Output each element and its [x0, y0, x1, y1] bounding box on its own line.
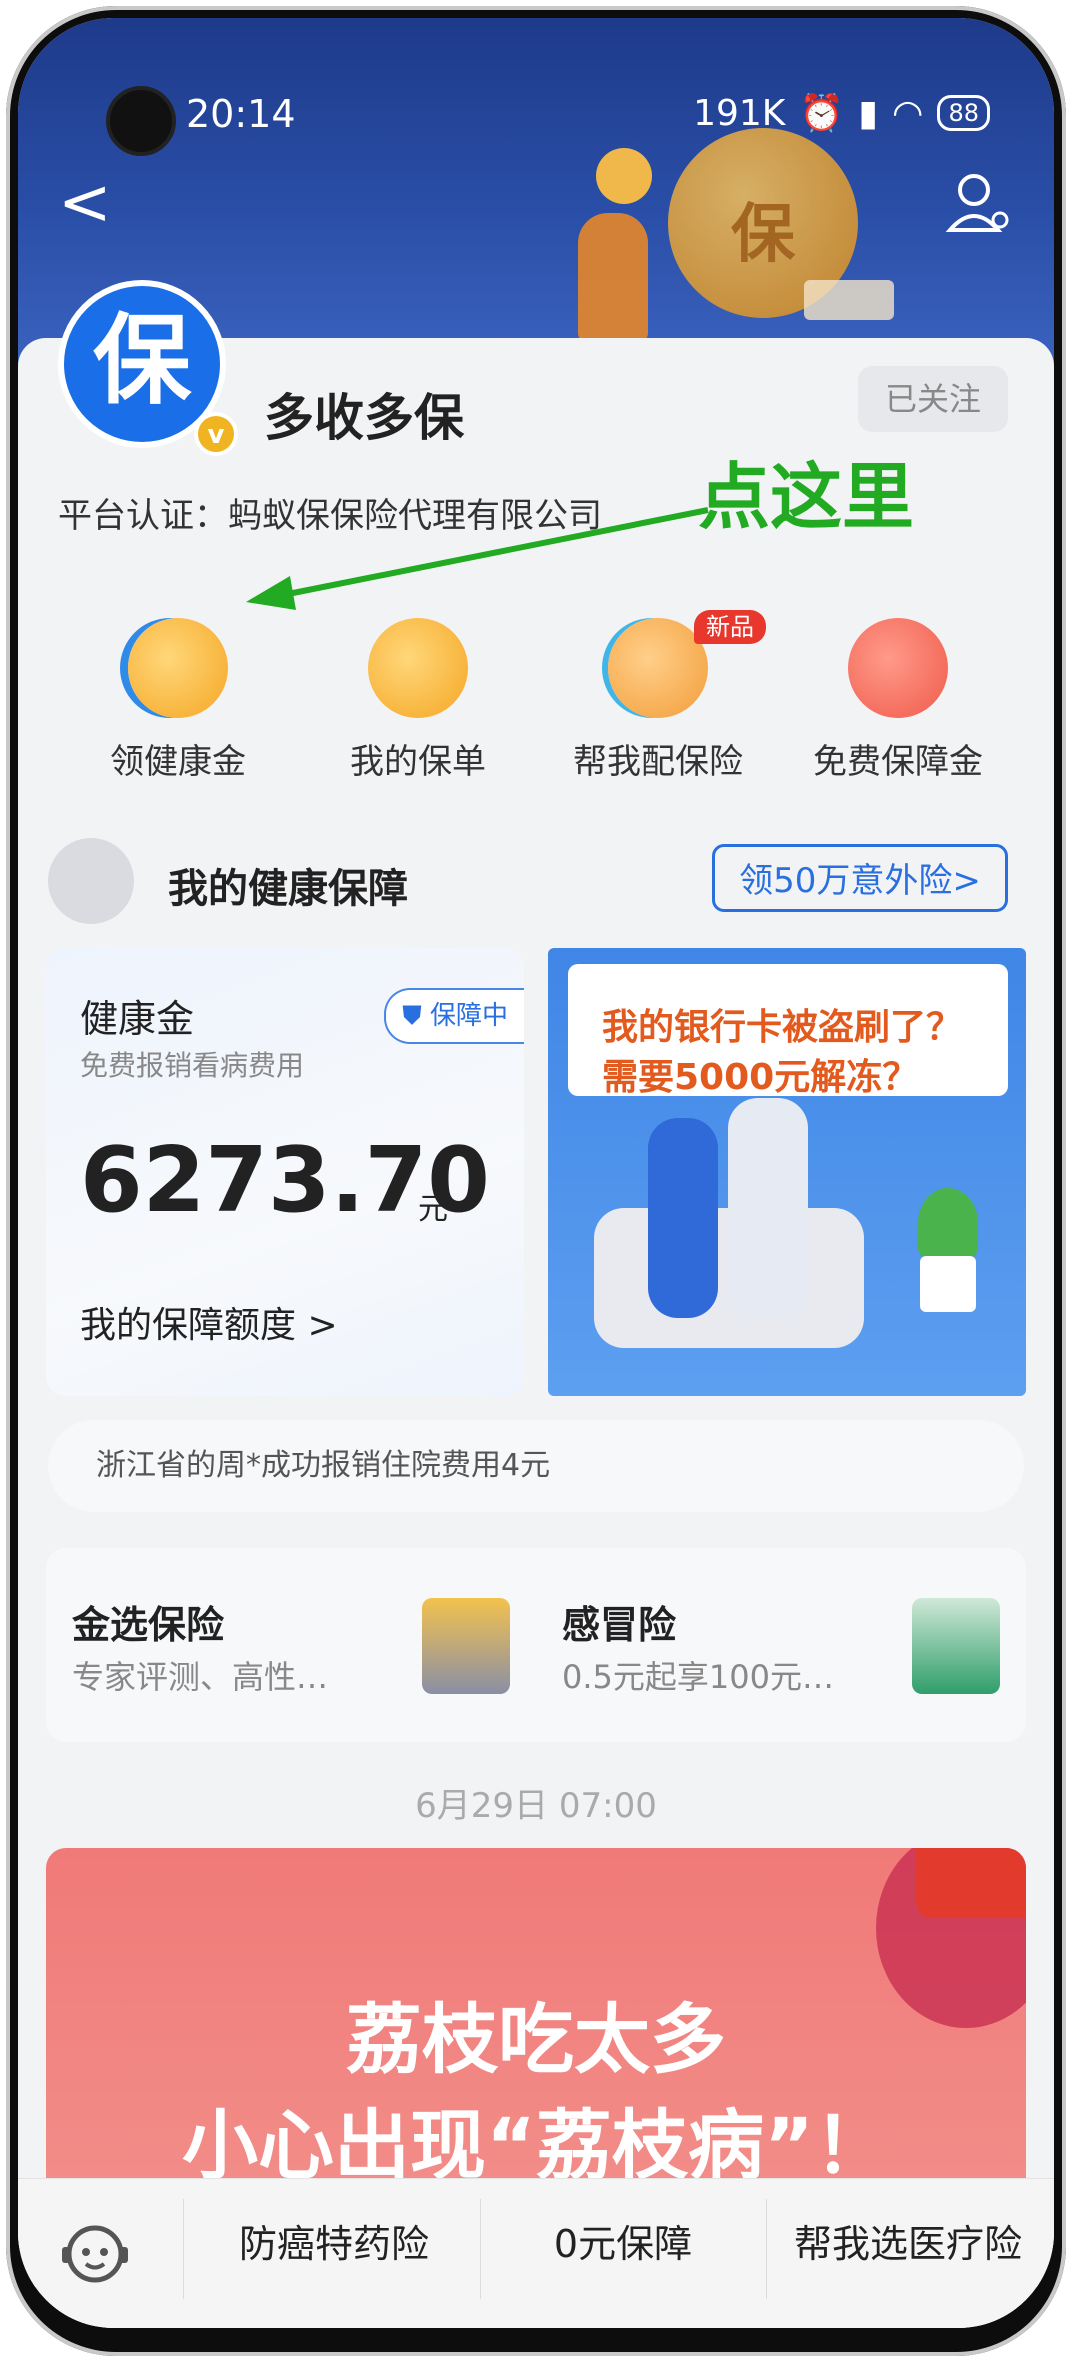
health-fund-title: 健康金	[80, 997, 195, 1041]
bottom-item-cancer-drug[interactable]: 防癌特药险	[188, 2179, 480, 2328]
net-speed: 191K	[693, 92, 786, 134]
bottom-item-zero-cost[interactable]: 0元保障	[482, 2179, 764, 2328]
coverage-status-badge: ⛊ 保障中	[384, 988, 524, 1044]
claims-ticker: 浙江省的周*成功报销住院费用4元	[48, 1420, 1024, 1512]
policy-document-icon	[368, 618, 468, 718]
heart-coin-icon	[128, 618, 228, 718]
shield-icon: ⛊	[402, 1001, 422, 1031]
shortcut-label: 免费保障金	[813, 742, 983, 782]
app-screen: 保 20:14 191K ⏰ ▮ ◠ 88 < 保 v 多收多保 已关注 平台认…	[18, 18, 1054, 2328]
robot-assistant-icon[interactable]	[60, 2219, 130, 2289]
alarm-icon: ⏰	[799, 93, 845, 134]
claim-accident-insurance-button[interactable]: 领50万意外险>	[712, 844, 1008, 912]
shortcut-health-fund[interactable]: 领健康金	[58, 618, 298, 783]
health-fund-card[interactable]: 健康金 免费报销看病费用 ⛊ 保障中 6273.70 元 我的保障额度 >	[46, 948, 524, 1396]
shortcut-free-coverage[interactable]: 免费保障金	[778, 618, 1018, 783]
person-illustration	[578, 213, 648, 343]
status-indicators: 191K ⏰ ▮ ◠ 88	[693, 92, 990, 134]
ad-headline-1: 我的银行卡被盗刷了？	[602, 1007, 963, 1048]
health-coverage-header: 我的健康保障 领50万意外险>	[18, 838, 1054, 928]
feed-timestamp: 6月29日 07:00	[415, 1786, 657, 1826]
section-title: 我的健康保障	[168, 866, 408, 912]
money-bag-icon: 新品	[608, 610, 766, 718]
ad-headline-2: 需要5000元解冻？	[602, 1057, 919, 1098]
shortcut-match-insurance[interactable]: 新品 帮我配保险	[538, 610, 778, 783]
follow-button[interactable]: 已关注	[858, 366, 1008, 432]
tag-illustration	[804, 280, 894, 320]
user-settings-icon[interactable]	[944, 168, 1014, 238]
insurance-card-icon	[912, 1598, 1000, 1694]
verified-badge-icon: v	[194, 412, 238, 456]
health-fund-subtitle: 免费报销看病费用	[80, 1049, 305, 1082]
promo-headline-1: 荔枝吃太多	[346, 1995, 726, 2084]
camera-cutout	[106, 86, 176, 156]
shortcut-grid: 领健康金 我的保单 新品 帮我配保险 免费保障金	[58, 610, 1018, 798]
account-title: 多收多保	[264, 389, 464, 447]
product-title: 金选保险	[72, 1603, 225, 1647]
back-button[interactable]: <	[58, 168, 118, 238]
currency-unit: 元	[418, 1192, 448, 1227]
fraud-alert-ad-card[interactable]: 我的银行卡被盗刷了？ 需要5000元解冻？	[548, 948, 1026, 1396]
trophy-icon	[422, 1598, 510, 1694]
bottom-quick-bar: 防癌特药险 0元保障 帮我选医疗险	[18, 2178, 1054, 2328]
shortcut-label: 领健康金	[110, 742, 246, 782]
status-time: 20:14	[186, 92, 296, 136]
new-product-badge: 新品	[694, 610, 766, 644]
phone-frame: 保 20:14 191K ⏰ ▮ ◠ 88 < 保 v 多收多保 已关注 平台认…	[0, 0, 1080, 2367]
coverage-limit-link[interactable]: 我的保障额度 >	[80, 1296, 338, 1348]
divider	[766, 2199, 767, 2299]
shortcut-label: 我的保单	[350, 742, 486, 782]
avatar[interactable]	[48, 838, 134, 924]
annotation-arrow-icon	[246, 507, 709, 610]
product-subtitle: 专家评测、高性…	[72, 1658, 329, 1696]
product-card-gold-selection[interactable]: 金选保险 专家评测、高性…	[46, 1548, 536, 1742]
signal-icon: ▮	[858, 92, 879, 134]
wifi-icon: ◠	[892, 92, 924, 134]
product-recommendations: 金选保险 专家评测、高性… 感冒险 0.5元起享100元…	[46, 1548, 1026, 1742]
shortcut-label: 帮我配保险	[573, 742, 743, 782]
woman-illustration	[648, 1118, 718, 1318]
shortcut-my-policy[interactable]: 我的保单	[298, 618, 538, 783]
red-envelope-icon[interactable]	[916, 1848, 1026, 1918]
divider	[183, 2199, 184, 2299]
product-card-cold-insurance[interactable]: 感冒险 0.5元起享100元…	[536, 1548, 1026, 1742]
annotation-label: 点这里	[698, 455, 915, 539]
battery-icon: 88	[937, 95, 990, 131]
small-coin-illustration	[596, 148, 652, 204]
speech-bubble: 我的银行卡被盗刷了？ 需要5000元解冻？	[568, 964, 1008, 1098]
pot-illustration	[920, 1256, 976, 1312]
gift-box-icon	[848, 618, 948, 718]
divider	[480, 2199, 481, 2299]
badge-text: 保障中	[429, 1001, 508, 1031]
plant-illustration	[918, 1188, 978, 1258]
man-illustration	[728, 1098, 808, 1318]
product-subtitle: 0.5元起享100元…	[562, 1658, 834, 1696]
product-title: 感冒险	[562, 1603, 677, 1647]
coin-char: 保	[731, 198, 795, 272]
bottom-item-medical-insurance[interactable]: 帮我选医疗险	[768, 2179, 1048, 2328]
